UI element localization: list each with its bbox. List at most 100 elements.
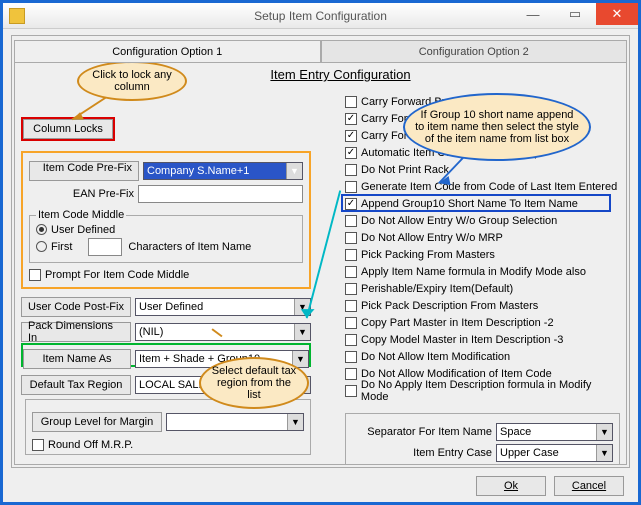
dialog-footer: Ok Cancel [476,476,624,496]
radio-first[interactable]: First [36,241,72,253]
checkbox-11[interactable]: Perishable/Expiry Item(Default) [345,280,620,297]
callout-group10: If Group 10 short name append to item na… [403,93,591,161]
cancel-button[interactable]: Cancel [554,476,624,496]
separator-label: Separator For Item Name [352,426,492,438]
close-button[interactable]: ✕ [596,3,638,25]
round-off-mrp-label: Round Off M.R.P. [48,439,133,451]
item-entry-case-value: Upper Case [500,447,559,459]
prefix-group-box: Item Code Pre-Fix Company S.Name+1 ▼ EAN… [21,151,311,289]
chevron-down-icon: ▼ [286,163,302,179]
checkbox-14[interactable]: Copy Model Master in Item Description -3 [345,331,620,348]
checkbox-10[interactable]: Apply Item Name formula in Modify Mode a… [345,263,620,280]
item-entry-case-label: Item Entry Case [352,447,492,459]
tab-config-1[interactable]: Configuration Option 1 [14,40,321,62]
checkbox-icon [345,232,357,244]
main-panel: Configuration Option 1 Configuration Opt… [11,35,630,468]
ean-prefix-label: EAN Pre-Fix [29,188,134,200]
checkbox-12[interactable]: Pick Pack Description From Masters [345,297,620,314]
ean-prefix-input[interactable] [138,185,303,203]
checkbox-label: Do No Apply Item Description formula in … [361,379,620,403]
checkbox-label: Pick Packing From Masters [361,249,495,261]
left-pane: Column Locks Item Code Pre-Fix Company S… [21,93,331,465]
item-code-prefix-value: Company S.Name+1 [147,165,249,177]
dialog-window: Setup Item Configuration — ▭ ✕ Configura… [0,0,641,505]
radio-user-defined[interactable]: User Defined [36,224,115,236]
checkbox-label: Copy Model Master in Item Description -3 [361,334,563,346]
checkbox-icon [345,164,357,176]
minimize-button[interactable]: — [512,3,554,25]
checkbox-icon [345,266,357,278]
checkbox-icon [345,334,357,346]
checkbox-label: Do Not Allow Item Modification [361,351,510,363]
tab-config-2[interactable]: Configuration Option 2 [321,40,628,62]
checkbox-9[interactable]: Pick Packing From Masters [345,246,620,263]
chevron-down-icon: ▼ [596,445,612,461]
checkbox-icon [345,249,357,261]
checkbox-icon [345,96,357,108]
radio-dot-icon [36,224,47,235]
chevron-down-icon: ▼ [596,424,612,440]
user-code-postfix-value: User Defined [139,301,203,313]
checkbox-icon [32,439,44,451]
radio-first-label: First [51,241,72,253]
item-code-prefix-label[interactable]: Item Code Pre-Fix [29,161,139,181]
separator-value: Space [500,426,531,438]
column-locks-button[interactable]: Column Locks [23,119,113,139]
user-code-postfix-label[interactable]: User Code Post-Fix [21,297,131,317]
checkbox-icon [345,181,357,193]
first-chars-input[interactable] [88,238,122,256]
item-entry-case-combo[interactable]: Upper Case ▼ [496,444,613,462]
checkbox-label: Do Not Allow Entry W/o MRP [361,232,503,244]
checkbox-label: Generate Item Code from Code of Last Ite… [361,181,617,193]
chevron-down-icon: ▼ [287,414,303,430]
default-tax-region-label[interactable]: Default Tax Region [21,375,131,395]
group-level-margin-combo[interactable]: ▼ [166,413,304,431]
append-group10-highlight [341,194,611,212]
checkbox-icon [345,283,357,295]
checkbox-icon [345,300,357,312]
callout-lock-column: Click to lock any column [77,62,187,101]
checkbox-13[interactable]: Copy Part Master in Item Description -2 [345,314,620,331]
checkbox-label: Do Not Print Rack [361,164,449,176]
user-code-postfix-combo[interactable]: User Defined ▼ [135,298,311,316]
round-off-mrp-checkbox[interactable]: Round Off M.R.P. [32,436,133,453]
tab-body: Item Entry Configuration Column Locks It… [14,62,627,465]
checkbox-8[interactable]: Do Not Allow Entry W/o MRP [345,229,620,246]
tab1-label: Configuration Option 1 [112,46,222,58]
checkbox-icon [345,317,357,329]
checkbox-label: Copy Part Master in Item Description -2 [361,317,554,329]
checkbox-17[interactable]: Do No Apply Item Description formula in … [345,382,620,399]
callout-tax-text: Select default tax region from the list [211,365,297,401]
checkbox-label: Apply Item Name formula in Modify Mode a… [361,266,586,278]
maximize-button[interactable]: ▭ [554,3,596,25]
checkbox-icon [345,113,357,125]
radio-user-defined-label: User Defined [51,224,115,236]
checkbox-icon [345,147,357,159]
separator-combo[interactable]: Space ▼ [496,423,613,441]
ok-button[interactable]: Ok [476,476,546,496]
pack-dimensions-combo[interactable]: (NIL) ▼ [135,323,311,341]
checkbox-label: Perishable/Expiry Item(Default) [361,283,513,295]
checkbox-icon [345,368,357,380]
pack-dimensions-label[interactable]: Pack Dimensions In [21,322,131,342]
checkbox-15[interactable]: Do Not Allow Item Modification [345,348,620,365]
item-name-as-label[interactable]: Item Name As [23,349,131,369]
group-level-margin-label[interactable]: Group Level for Margin [32,412,162,432]
radio-dot-icon [36,241,47,252]
callout-tax-region: Select default tax region from the list [199,357,309,409]
pack-dimensions-value: (NIL) [139,326,163,338]
item-code-middle-group: Item Code Middle User Defined First Char… [29,209,303,263]
checkbox-label: Do Not Allow Entry W/o Group Selection [361,215,557,227]
checkbox-icon [345,215,357,227]
checkbox-icon [345,385,357,397]
prompt-middle-checkbox[interactable]: Prompt For Item Code Middle [29,267,189,284]
checkbox-icon [345,351,357,363]
item-code-prefix-combo[interactable]: Company S.Name+1 ▼ [143,162,303,180]
tab2-label: Configuration Option 2 [419,46,529,58]
checkbox-7[interactable]: Do Not Allow Entry W/o Group Selection [345,212,620,229]
separator-group: Separator For Item Name Space ▼ Item Ent… [345,413,620,465]
checkbox-4[interactable]: Do Not Print Rack [345,161,620,178]
chevron-down-icon: ▼ [294,299,310,315]
prompt-middle-label: Prompt For Item Code Middle [45,269,189,281]
checkbox-5[interactable]: Generate Item Code from Code of Last Ite… [345,178,620,195]
